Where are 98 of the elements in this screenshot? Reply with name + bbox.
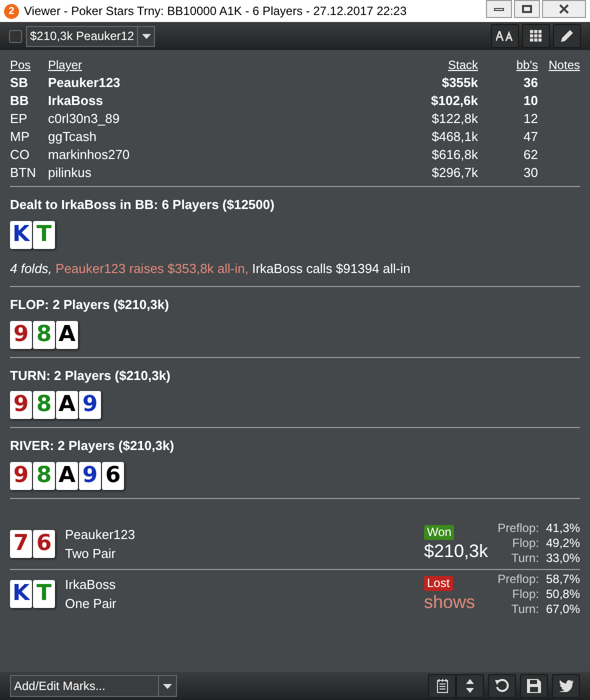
playing-card: 6 <box>102 462 124 490</box>
playing-card: 9 <box>10 391 32 419</box>
equity-value: 58,7% <box>546 572 580 586</box>
marks-select[interactable]: Add/Edit Marks... <box>10 675 177 697</box>
playing-card: T <box>33 220 55 248</box>
table-cell-text: pilinkus <box>48 164 92 182</box>
equity-label: Flop: <box>511 536 539 551</box>
equity-label: Preflop: <box>498 521 539 536</box>
column-header[interactable]: bb's <box>478 56 538 74</box>
equity-value: 49,2% <box>546 536 580 551</box>
table-cell-text: CO <box>10 146 30 164</box>
table-cell-text: Peauker123 <box>48 74 122 92</box>
app-badge: 2 <box>4 4 19 18</box>
playing-card: 9 <box>10 462 32 490</box>
table-cell-text: MP <box>10 128 30 146</box>
playing-card: A <box>56 320 78 348</box>
grid-icon <box>530 30 542 42</box>
caret-icon <box>163 684 172 688</box>
action-summary: 4 folds, Peauker123 raises $353,8k all-in, IrkaBoss calls $91394 all-in <box>10 260 412 278</box>
pencil-icon <box>559 28 575 44</box>
maximize-button[interactable] <box>514 0 540 18</box>
column-header[interactable]: Player <box>48 56 388 74</box>
table-cell-text: 47 <box>522 128 538 146</box>
playing-card: A <box>56 462 78 490</box>
column-header[interactable]: Pos <box>10 56 48 74</box>
column-header[interactable]: Notes <box>538 56 580 74</box>
table-cell-text: $296,7k <box>430 164 478 182</box>
notepad-icon <box>436 679 448 693</box>
player-name: Peauker123 <box>65 526 136 544</box>
hand-select[interactable]: $210,3k Peauker12 <box>26 26 156 46</box>
table-cell-text: 10 <box>522 92 538 110</box>
hand-rank: One Pair <box>65 595 116 613</box>
playing-card: 9 <box>79 462 101 490</box>
street-title: Dealt to IrkaBoss in BB: 6 Players ($12500) <box>10 196 276 214</box>
share-button[interactable] <box>552 674 580 698</box>
playing-card: 8 <box>33 462 55 490</box>
table-cell-text: BB <box>10 92 30 110</box>
table-cell-text: $468,1k <box>430 128 478 146</box>
playing-card: T <box>33 580 55 608</box>
close-button[interactable] <box>542 0 586 18</box>
up-down-icon <box>466 679 474 693</box>
hand-rank: Two Pair <box>65 544 117 562</box>
equity-value: 50,8% <box>546 586 580 602</box>
playing-card: 7 <box>10 530 32 558</box>
playing-card: K <box>10 580 32 608</box>
caret-icon <box>142 34 151 38</box>
result-amount: $210,3k <box>424 540 488 562</box>
playing-card: K <box>10 220 32 248</box>
playing-card: 9 <box>79 391 101 419</box>
save-button[interactable] <box>520 674 548 698</box>
bird-icon <box>558 680 574 692</box>
table-cell-text: 36 <box>522 74 538 92</box>
equity-label: Flop: <box>511 586 539 602</box>
playing-card: 9 <box>10 320 32 348</box>
edit-button[interactable] <box>553 24 581 48</box>
minimize-button[interactable] <box>486 0 512 18</box>
table-cell-text: $616,8k <box>430 146 478 164</box>
playing-card: 8 <box>33 391 55 419</box>
table-cell-text: 62 <box>522 146 538 164</box>
street-title: RIVER: 2 Players ($210,3k) <box>10 437 176 455</box>
playing-card: A <box>56 391 78 419</box>
checkbox[interactable] <box>9 30 22 42</box>
refresh-icon <box>495 679 509 693</box>
table-cell-text: $122,8k <box>430 110 478 128</box>
close-icon <box>559 4 569 14</box>
street-title: TURN: 2 Players ($210,3k) <box>10 366 172 385</box>
equity-label: Turn: <box>510 602 539 616</box>
table-cell-text: 12 <box>522 110 538 128</box>
sort-button[interactable] <box>456 674 484 698</box>
table-cell-text: markinhos270 <box>48 146 131 164</box>
window-title: Viewer - Poker Stars Trny: BB10000 A1K - 6 Players - 27.12.2017 22:23 <box>24 3 407 20</box>
equity-label: Preflop: <box>498 572 539 586</box>
table-cell-text: $102,6k <box>430 92 478 110</box>
column-header[interactable]: Stack <box>388 56 478 74</box>
equity-value: 67,0% <box>546 602 580 616</box>
table-cell-text: IrkaBoss <box>48 92 104 110</box>
outcome-badge: Won <box>424 525 454 540</box>
result-amount: shows <box>424 590 476 612</box>
table-cell-text: $355k <box>440 74 478 92</box>
notes-button[interactable] <box>428 674 456 698</box>
table-cell-text: 30 <box>522 164 538 182</box>
playing-card: 8 <box>33 320 55 348</box>
table-cell-text: c0rl30n3_89 <box>48 110 121 128</box>
table-cell-text: ggTcash <box>48 128 98 146</box>
table-cell-text: SB <box>10 74 30 92</box>
refresh-button[interactable] <box>488 674 516 698</box>
grid-button[interactable] <box>522 24 550 48</box>
equity-label: Turn: <box>510 551 539 566</box>
font-size-button[interactable] <box>491 24 519 48</box>
equity-value: 33,0% <box>546 551 580 566</box>
outcome-badge: Lost <box>424 576 453 590</box>
table-cell-text: BTN <box>10 164 37 182</box>
table-cell-text: EP <box>10 110 28 128</box>
font-size-icon <box>496 31 514 41</box>
equity-value: 41,3% <box>546 521 580 536</box>
playing-card: 6 <box>33 530 55 558</box>
street-title: FLOP: 2 Players ($210,3k) <box>10 296 170 314</box>
player-name: IrkaBoss <box>65 576 116 594</box>
